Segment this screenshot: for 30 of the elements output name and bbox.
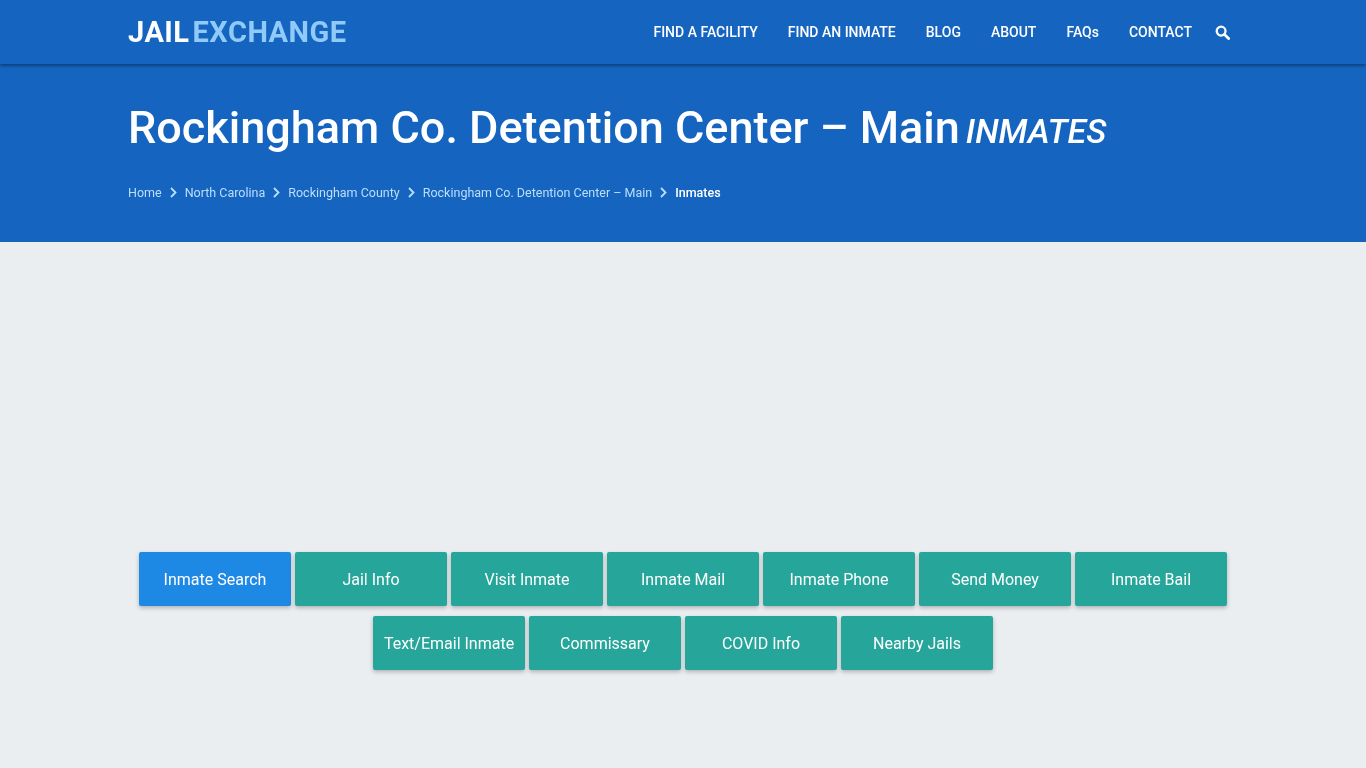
chevron-icon xyxy=(273,187,281,198)
nav-button[interactable]: Inmate Mail xyxy=(607,552,759,606)
nav-button[interactable]: Visit Inmate xyxy=(451,552,603,606)
breadcrumb-link[interactable]: North Carolina xyxy=(184,185,266,200)
breadcrumb-link[interactable]: Home xyxy=(128,185,162,200)
nav-link[interactable]: ABOUT xyxy=(975,24,1052,40)
nav-link[interactable]: CONTACT xyxy=(1113,24,1207,40)
nav-link[interactable]: BLOG xyxy=(910,24,976,40)
search-icon[interactable] xyxy=(1215,24,1230,40)
nav-button[interactable]: Inmate Search xyxy=(139,552,291,606)
logo-text[interactable]: JAIL xyxy=(128,15,190,49)
nav-button[interactable]: COVID Info xyxy=(685,616,837,670)
nav-button[interactable]: Nearby Jails xyxy=(841,616,993,670)
nav-button[interactable]: Send Money xyxy=(919,552,1071,606)
chevron-icon xyxy=(169,187,177,198)
page-title: Rockingham Co. Detention Center – Main INMATES xyxy=(128,102,1108,156)
nav-link[interactable]: FIND AN INMATE xyxy=(772,24,911,40)
chevron-icon xyxy=(660,187,668,198)
nav-link[interactable]: FIND A FACILITY xyxy=(638,24,773,40)
nav-button[interactable]: Text/Email Inmate xyxy=(373,616,525,670)
breadcrumb-link[interactable]: Rockingham Co. Detention Center – Main xyxy=(422,185,653,200)
chevron-icon xyxy=(407,187,415,198)
breadcrumb-link[interactable]: Rockingham County xyxy=(288,185,400,200)
nav-button[interactable]: Commissary xyxy=(529,616,681,670)
nav-link[interactable]: FAQs xyxy=(1051,24,1114,40)
breadcrumb-current: Inmates xyxy=(675,185,721,200)
nav-button[interactable]: Inmate Bail xyxy=(1075,552,1227,606)
nav-button[interactable]: Inmate Phone xyxy=(763,552,915,606)
nav-button[interactable]: Jail Info xyxy=(295,552,447,606)
logo-text[interactable]: EXCHANGE xyxy=(192,15,347,49)
